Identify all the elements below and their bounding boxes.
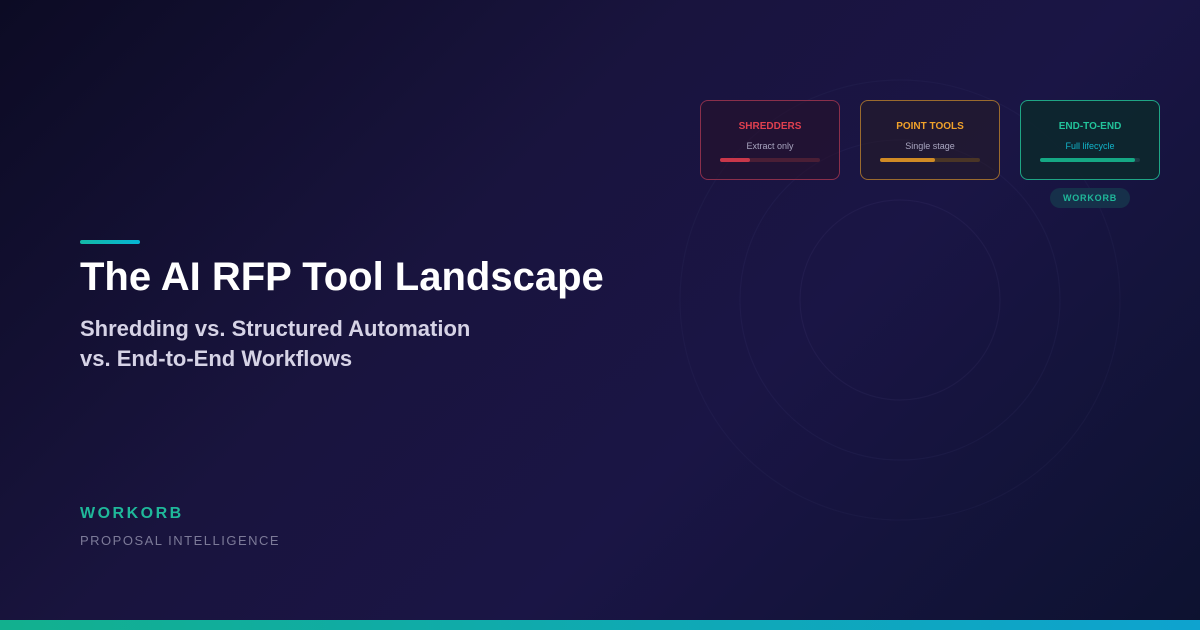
brand-tagline: PROPOSAL INTELLIGENCE	[80, 533, 281, 548]
card-title: END-TO-END	[1058, 121, 1122, 132]
card-point-tools: POINT TOOLS Single stage	[860, 100, 1000, 180]
card-title: POINT TOOLS	[896, 121, 964, 132]
brand-name: WORKORB	[80, 505, 184, 522]
capability-bar	[880, 158, 980, 162]
capability-bar-fill	[880, 158, 935, 162]
capability-bar	[720, 158, 820, 162]
title-accent-line	[80, 240, 140, 244]
card-subtitle: Single stage	[905, 141, 955, 151]
capability-bar-fill	[1040, 158, 1135, 162]
card-subtitle: Full lifecycle	[1065, 141, 1115, 151]
bottom-gradient-bar	[0, 620, 1200, 630]
page-title: The AI RFP Tool Landscape	[80, 255, 604, 299]
card-subtitle: Extract only	[746, 141, 794, 151]
capability-bar-fill	[720, 158, 750, 162]
page-subtitle: Shredding vs. Structured Automation vs. …	[80, 314, 470, 374]
card-end-to-end: END-TO-END Full lifecycle	[1020, 100, 1160, 180]
workorb-badge: WORKORB	[1050, 188, 1130, 208]
subtitle-line-2: vs. End-to-End Workflows	[80, 346, 353, 371]
subtitle-line-1: Shredding vs. Structured Automation	[80, 316, 471, 341]
capability-bar	[1040, 158, 1140, 162]
card-shredders: SHREDDERS Extract only	[700, 100, 840, 180]
card-title: SHREDDERS	[738, 121, 802, 132]
